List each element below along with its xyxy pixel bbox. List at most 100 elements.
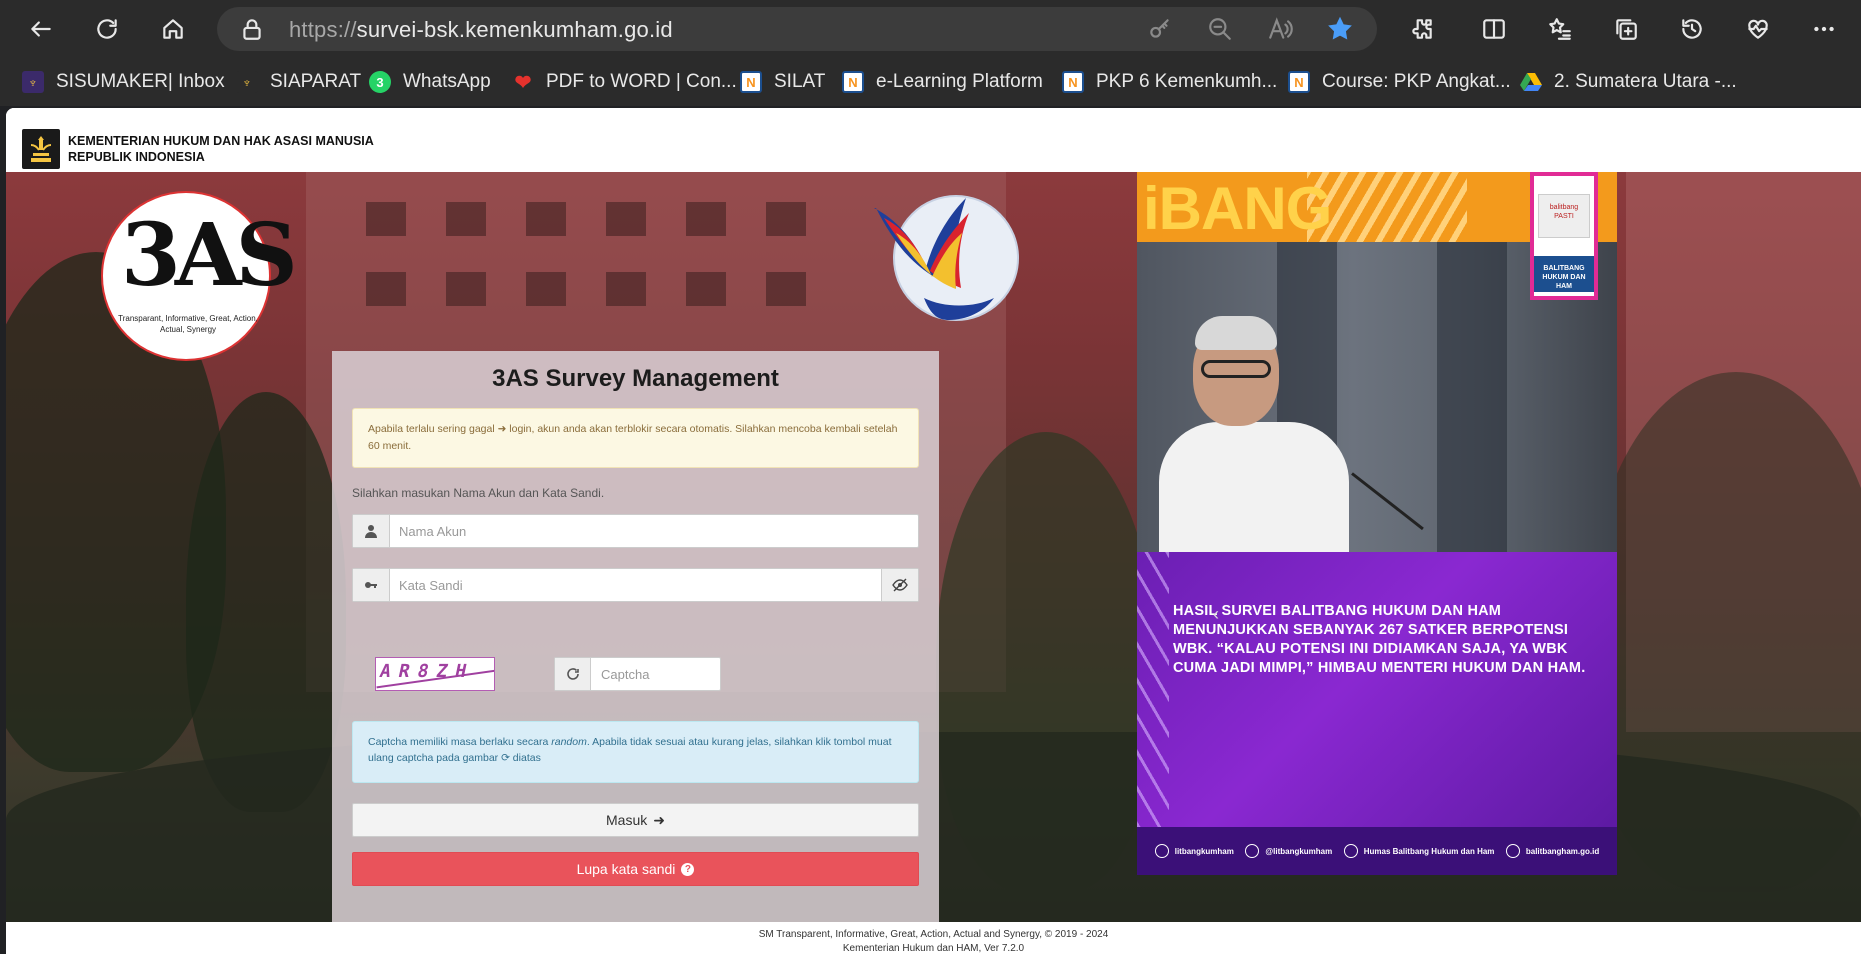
more-dots-icon [1814,26,1834,32]
bookmark-pkp6[interactable]: N PKP 6 Kemenkumh... [1062,68,1277,96]
bookmark-pdf-to-word[interactable]: ❤ PDF to WORD | Con... [512,68,737,96]
speaker-hair [1195,316,1277,350]
building-window [686,272,726,306]
banner-chevrons [1137,552,1169,827]
globe-icon [1505,844,1520,858]
url-text[interactable]: https://survei-bsk.kemenkumham.go.id [289,17,673,43]
performance-button[interactable] [1739,10,1777,48]
forgot-password-button[interactable]: Lupa kata sandi ? [352,852,919,886]
social-facebook: Humas Balitbang Hukum dan Ham [1343,844,1495,858]
bookmark-sumatera-utara[interactable]: 2. Sumatera Utara -... [1520,68,1737,96]
bookmark-label: SILAT [774,71,826,92]
eye-slash-icon [892,578,908,592]
building-column [1437,242,1507,552]
building-window [526,202,566,236]
username-field [352,514,919,548]
ministry-name-line1: KEMENTERIAN HUKUM DAN HAK ASASI MANUSIA [68,134,374,148]
extensions-button[interactable] [1403,10,1441,48]
logo-3as-mark: 3AS [121,205,298,306]
banner-brand: iBANG [1143,175,1332,242]
bookmark-label: Course: PKP Angkat... [1322,71,1511,92]
captcha-info-alert: Captcha memiliki masa berlaku secara ran… [352,721,919,783]
split-screen-button[interactable] [1475,10,1513,48]
news-banner[interactable]: iBANG balitbang PASTI BALITBANG HUKUM DA… [1137,172,1617,875]
bookmark-label: SIAPARAT [270,71,362,92]
login-button-label: Masuk [606,812,648,828]
building-window [686,202,726,236]
bookmark-siaparat[interactable]: ♆ SIAPARAT [236,68,361,96]
captcha-info-prefix: Captcha memiliki masa berlaku secara [368,736,552,748]
bookmark-whatsapp[interactable]: 3 WhatsApp [369,68,491,96]
puzzle-icon [1412,19,1432,39]
key-icon[interactable] [1147,16,1173,42]
moodle-icon: N [842,71,864,93]
lock-icon[interactable] [239,16,265,42]
login-button[interactable]: Masuk ➜ [352,803,919,837]
password-input[interactable] [399,575,839,595]
username-input[interactable] [399,521,839,541]
bookmark-course-pkp[interactable]: N Course: PKP Angkat... [1288,68,1511,96]
instagram-icon [1154,844,1169,858]
browser-chrome: https://survei-bsk.kemenkumham.go.id ♆ S… [0,0,1861,106]
logo-3as-tagline: Transparant, Informative, Great, Action,… [118,314,258,334]
zoom-out-icon[interactable] [1207,16,1233,42]
favorite-star-icon[interactable] [1327,16,1353,42]
page-footer: SM Transparent, Informative, Great, Acti… [6,922,1861,954]
banner-headline-panel: HASIL SURVEI BALITBANG HUKUM DAN HAM MEN… [1137,552,1617,827]
collections-icon [1616,19,1637,40]
bookmark-silat[interactable]: N SILAT [740,68,825,96]
dove-logo-icon [854,178,1024,326]
read-aloud-icon[interactable] [1267,16,1293,42]
captcha-field [554,657,721,691]
social-label: Humas Balitbang Hukum dan Ham [1363,846,1495,856]
social-twitter: @litbangkumham [1245,844,1332,858]
captcha-image[interactable]: AR8ZH [375,657,495,691]
bookmark-elearning[interactable]: N e-Learning Platform [842,68,1043,96]
bookmark-label: WhatsApp [403,71,491,92]
social-label: balitbangham.go.id [1525,846,1600,856]
refresh-button[interactable] [88,10,126,48]
social-label: @litbangkumham [1265,846,1333,856]
home-icon [163,19,183,39]
balitbang-logo-tag: BALITBANG HUKUM DAN HAM [1534,256,1594,292]
google-drive-icon [1520,71,1542,93]
back-arrow-icon [31,21,51,37]
favorites-list-icon [1549,18,1571,40]
heart-icon: ❤ [514,71,532,94]
ministry-name-line2: REPUBLIK INDONESIA [68,150,205,164]
back-button[interactable] [22,10,60,48]
split-screen-icon [1483,19,1505,39]
emblem-icon: ♆ [236,71,258,93]
captcha-input[interactable] [601,664,711,684]
logo-3as: 3AS Transparant, Informative, Great, Act… [101,191,298,361]
building-window [366,272,406,306]
collections-button[interactable] [1607,10,1645,48]
address-bar[interactable]: https://survei-bsk.kemenkumham.go.id [217,7,1377,51]
browser-toolbar: https://survei-bsk.kemenkumham.go.id [0,0,1861,58]
bookmark-label: 2. Sumatera Utara -... [1554,71,1737,92]
whatsapp-icon: 3 [369,71,391,93]
refresh-icon [566,668,579,680]
toggle-password-visibility-button[interactable] [881,569,918,601]
twitter-icon [1245,844,1260,858]
microphone [1351,472,1424,531]
bookmark-label: PKP 6 Kemenkumh... [1096,71,1278,92]
banner-headline: HASIL SURVEI BALITBANG HUKUM DAN HAM MEN… [1173,603,1586,676]
building-window [446,202,486,236]
social-label: litbangkumham [1174,846,1234,856]
building-window [606,272,646,306]
bookmark-sisumaker[interactable]: ♆ SISUMAKER| Inbox [22,68,225,96]
history-button[interactable] [1673,10,1711,48]
social-website: balitbangham.go.id [1505,844,1600,858]
hero-background: 3AS Transparant, Informative, Great, Act… [6,172,1861,922]
sign-in-icon: ➜ [653,811,665,828]
carousel-prev-chevron-icon[interactable]: ‹ [1213,604,1219,625]
favorites-button[interactable] [1541,10,1579,48]
footer-line1: SM Transparent, Informative, Great, Acti… [758,929,1109,940]
moodle-icon: N [1062,71,1084,93]
refresh-captcha-button[interactable] [555,658,591,690]
login-title: 3AS Survey Management [492,365,779,392]
home-button[interactable] [154,10,192,48]
balitbang-logo: balitbang PASTI BALITBANG HUKUM DAN HAM [1530,172,1598,300]
menu-button[interactable] [1805,10,1843,48]
